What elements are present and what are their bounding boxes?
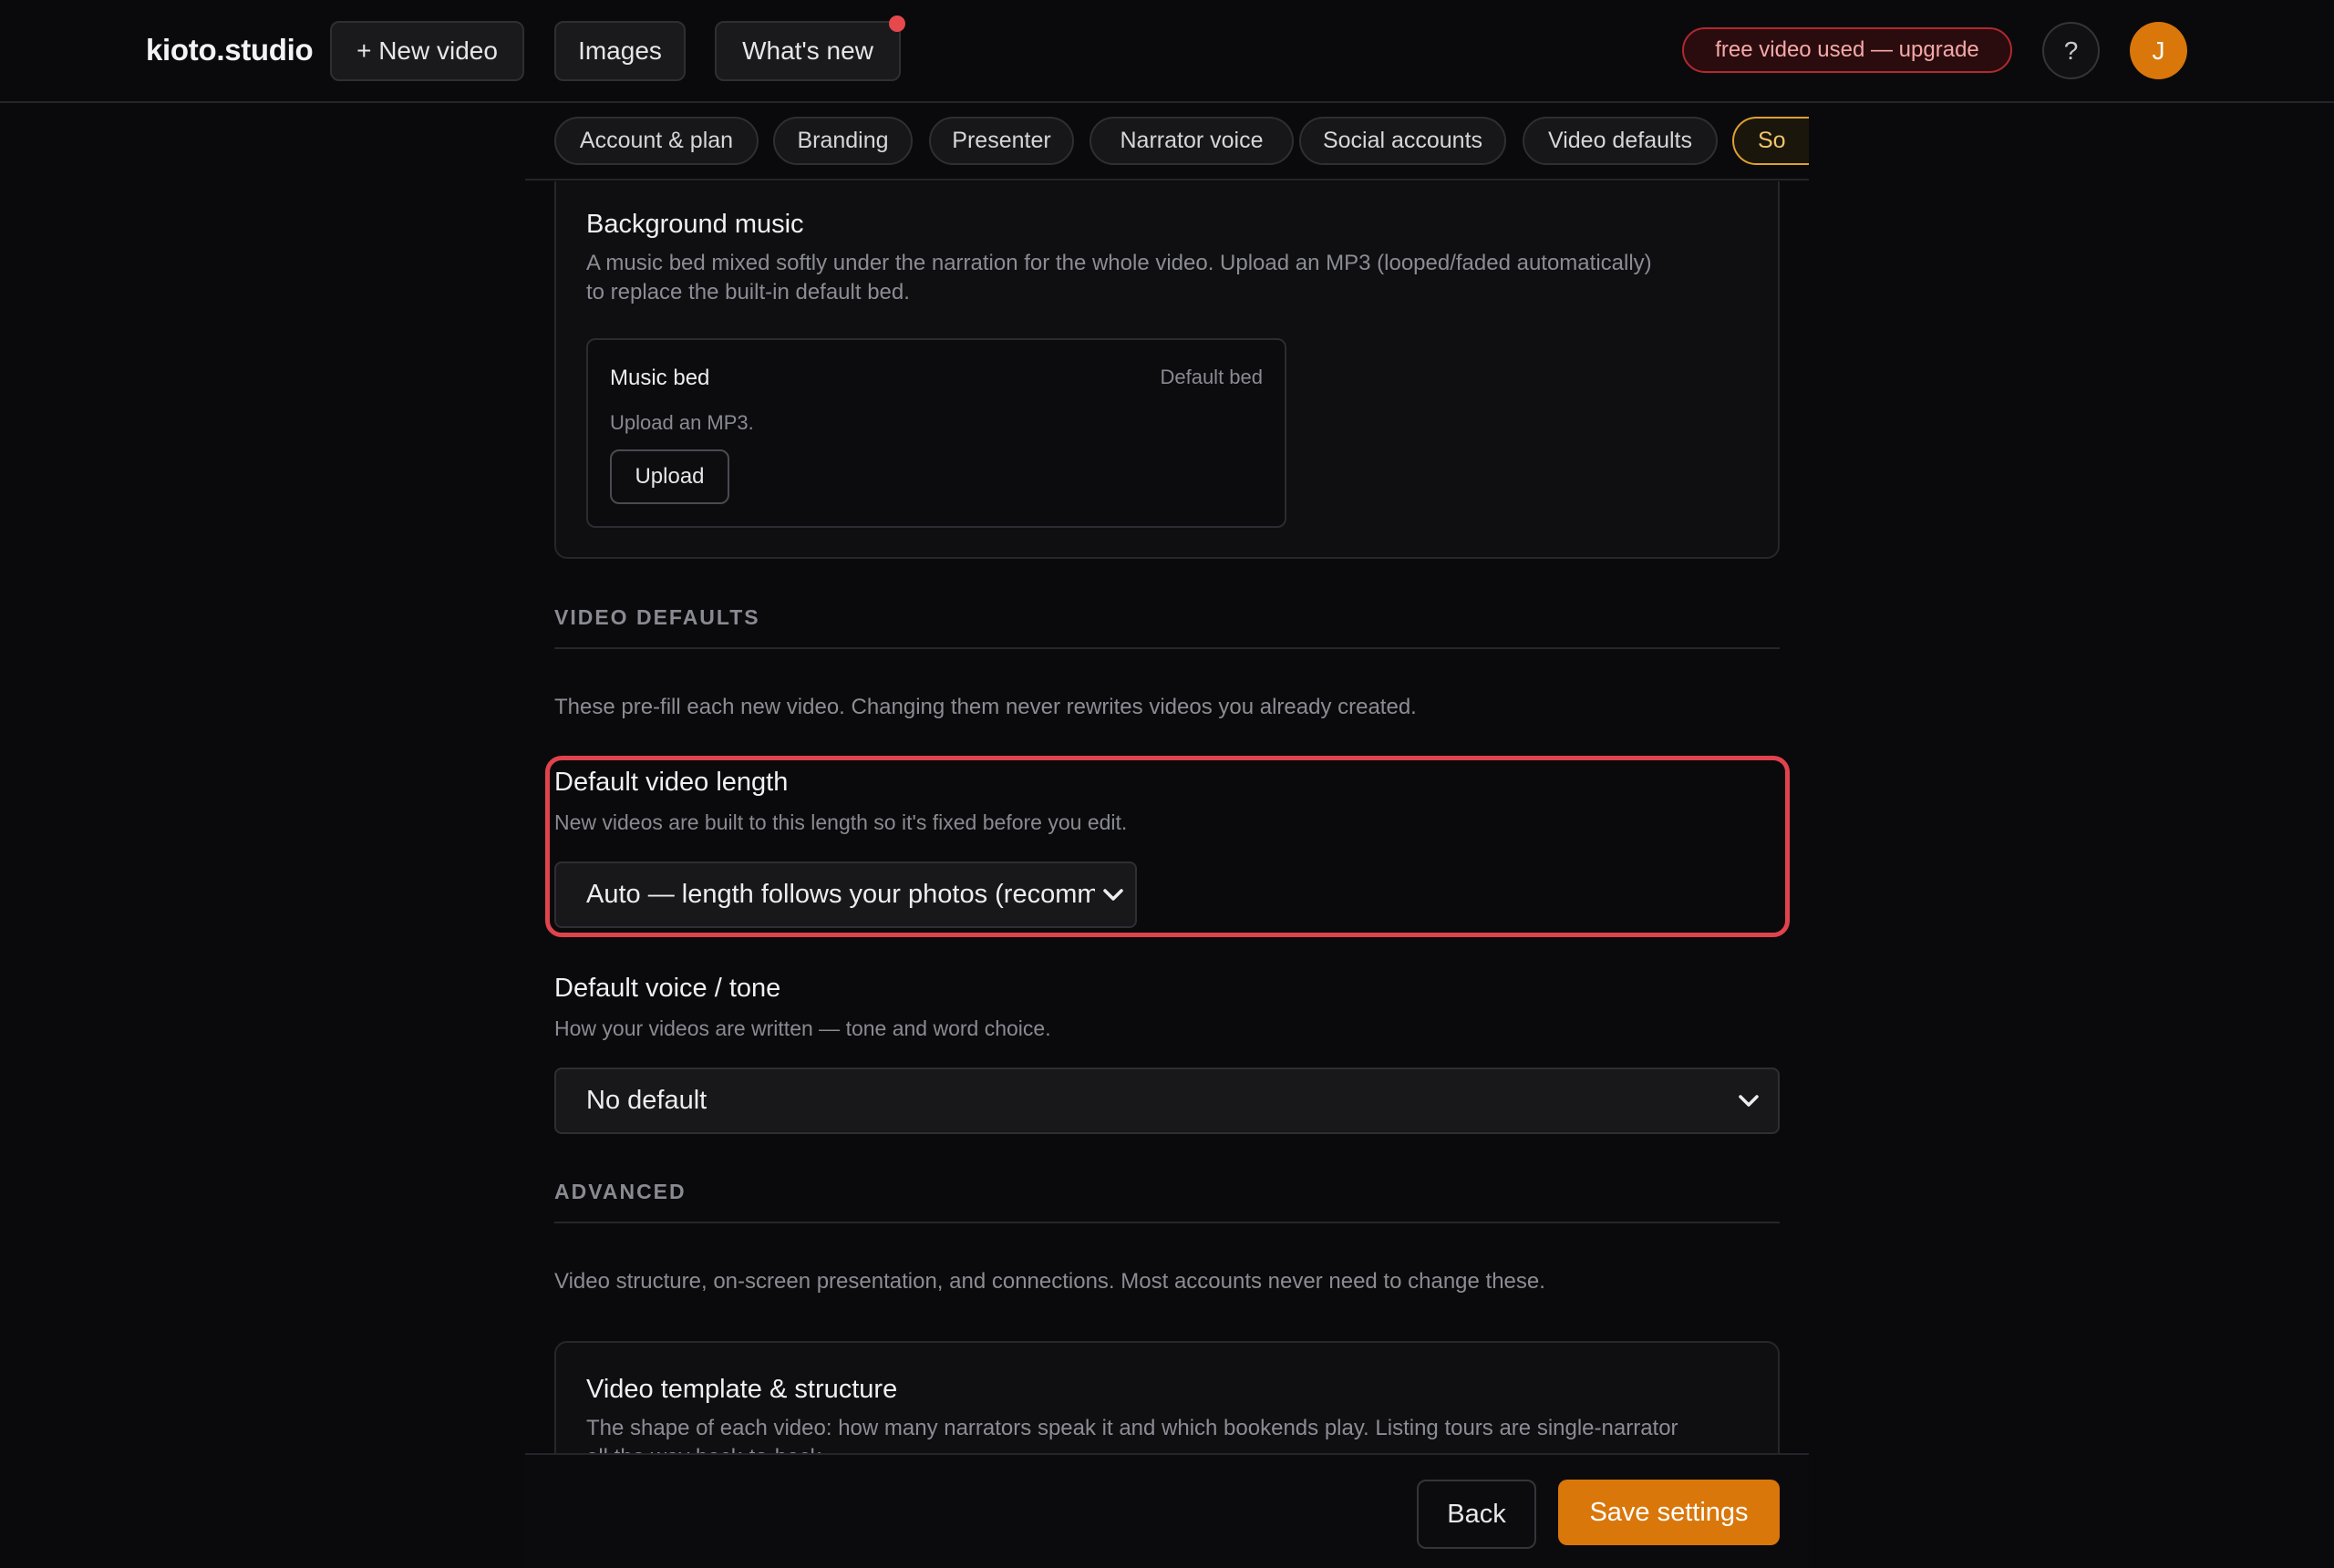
- images-button[interactable]: Images: [554, 21, 686, 81]
- background-music-card: Background music A music bed mixed softl…: [554, 181, 1780, 559]
- default-voice-tone-title: Default voice / tone: [554, 974, 781, 1003]
- video-defaults-desc: These pre-fill each new video. Changing …: [554, 695, 1417, 719]
- tab-account-plan[interactable]: Account & plan: [554, 117, 759, 165]
- video-template-desc-line2: all the way back-to-back.: [586, 1443, 827, 1453]
- tab-presenter[interactable]: Presenter: [929, 117, 1074, 165]
- tab-branding[interactable]: Branding: [773, 117, 913, 165]
- music-bed-card: Music bed Default bed Upload an MP3. Upl…: [586, 338, 1286, 528]
- settings-content: Background music A music bed mixed softl…: [525, 181, 1809, 1453]
- background-music-desc-line1: A music bed mixed softly under the narra…: [586, 251, 1652, 275]
- background-music-desc-line2: to replace the built-in default bed.: [586, 280, 910, 304]
- back-button[interactable]: Back: [1417, 1480, 1536, 1549]
- avatar[interactable]: J: [2130, 22, 2187, 79]
- divider: [554, 1222, 1780, 1223]
- default-video-length-select[interactable]: Auto — length follows your photos (recom…: [554, 861, 1137, 928]
- chevron-down-icon: [1730, 1094, 1767, 1108]
- tab-video-defaults[interactable]: Video defaults: [1523, 117, 1718, 165]
- default-video-length-value: Auto — length follows your photos (recom…: [586, 880, 1095, 909]
- save-settings-button[interactable]: Save settings: [1558, 1480, 1780, 1545]
- default-video-length-title: Default video length: [554, 768, 789, 797]
- top-bar: kioto.studio + New video Images What's n…: [0, 0, 2334, 103]
- whats-new-button[interactable]: What's new: [715, 21, 901, 81]
- default-voice-tone-desc: How your videos are written — tone and w…: [554, 1016, 1051, 1040]
- default-video-length-desc: New videos are built to this length so i…: [554, 810, 1128, 834]
- music-bed-status: Default bed: [1160, 366, 1263, 388]
- new-video-button[interactable]: + New video: [330, 21, 524, 81]
- tab-so[interactable]: So: [1732, 117, 1809, 165]
- tab-social-accounts[interactable]: Social accounts: [1299, 117, 1506, 165]
- video-template-desc-line1: The shape of each video: how many narrat…: [586, 1416, 1678, 1440]
- tab-narrator-voice[interactable]: Narrator voice: [1090, 117, 1294, 165]
- default-voice-tone-select[interactable]: No default: [554, 1068, 1780, 1134]
- music-bed-title: Music bed: [610, 366, 710, 390]
- notification-dot-icon: [889, 15, 905, 32]
- divider: [554, 647, 1780, 649]
- background-music-title: Background music: [586, 210, 804, 239]
- help-button[interactable]: ?: [2042, 22, 2100, 79]
- upload-button[interactable]: Upload: [610, 449, 729, 504]
- advanced-heading: ADVANCED: [554, 1180, 687, 1203]
- music-bed-desc: Upload an MP3.: [610, 411, 754, 434]
- chevron-down-icon: [1095, 888, 1131, 902]
- video-defaults-heading: VIDEO DEFAULTS: [554, 605, 760, 629]
- footer-bar: Back Save settings: [525, 1453, 1809, 1568]
- video-template-title: Video template & structure: [586, 1375, 898, 1404]
- advanced-desc: Video structure, on-screen presentation,…: [554, 1269, 1545, 1294]
- default-voice-tone-value: No default: [586, 1086, 707, 1115]
- settings-tabs: Account & plan Branding Presenter Narrat…: [525, 103, 1809, 181]
- upgrade-badge[interactable]: free video used — upgrade: [1682, 27, 2012, 73]
- brand-logo[interactable]: kioto.studio: [146, 33, 314, 67]
- video-template-card: Video template & structure The shape of …: [554, 1341, 1780, 1453]
